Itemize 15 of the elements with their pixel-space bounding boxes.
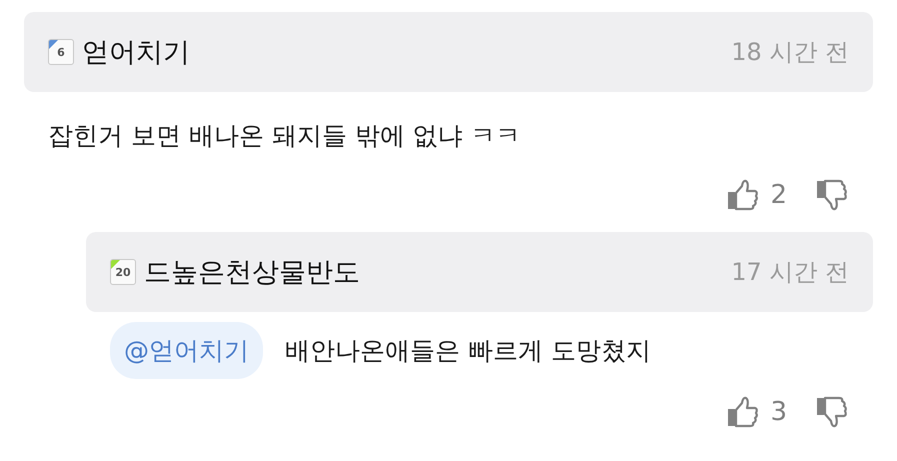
thumbs-down-icon[interactable] <box>815 395 849 429</box>
thumbs-up-icon[interactable] <box>726 395 760 429</box>
username[interactable]: 얻어치기 <box>82 34 190 70</box>
comment-text: 잡힌거 보면 배나온 돼지들 밖에 없냐 ㅋㅋ <box>48 120 521 152</box>
level-badge: 6 <box>48 39 74 65</box>
comment-text: 배안나온애들은 빠르게 도망쳤지 <box>285 335 651 367</box>
timestamp: 17 시간 전 <box>731 257 849 288</box>
timestamp: 18 시간 전 <box>731 37 849 68</box>
like-count: 2 <box>770 180 787 210</box>
mention-tag[interactable]: @얻어치기 <box>110 322 263 379</box>
level-badge: 20 <box>110 259 136 285</box>
like-count: 3 <box>770 397 787 427</box>
thumbs-up-icon[interactable] <box>726 178 760 212</box>
thumbs-down-icon[interactable] <box>815 178 849 212</box>
username[interactable]: 드높은천상물반도 <box>144 254 360 290</box>
